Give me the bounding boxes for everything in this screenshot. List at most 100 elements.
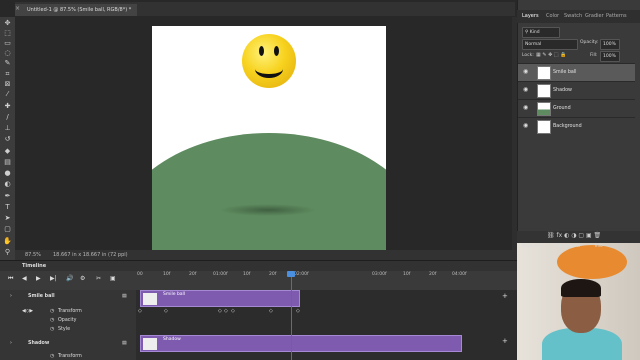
keyframe-diamond[interactable]: ◇ bbox=[269, 308, 273, 314]
pen-icon[interactable]: ✒ bbox=[3, 192, 12, 201]
chevron-down-icon[interactable]: › bbox=[10, 294, 12, 299]
keyframe-nav-icon[interactable]: ◀◇▶ bbox=[22, 309, 33, 314]
settings-gear-icon[interactable]: ⚙ bbox=[80, 275, 85, 282]
prop-transform: Transform bbox=[58, 354, 82, 359]
stopwatch-icon[interactable]: ◷ bbox=[50, 309, 54, 314]
keyframe-diamond[interactable]: ◇ bbox=[231, 308, 235, 314]
blur-icon[interactable]: ● bbox=[3, 169, 12, 178]
kind-filter-label: Kind bbox=[529, 30, 540, 35]
ball-left-eye bbox=[259, 46, 264, 56]
layer-thumbnail bbox=[537, 66, 551, 80]
tab-gradients[interactable]: Gradier bbox=[585, 10, 604, 23]
tab-properties[interactable]: Properties bbox=[522, 243, 542, 248]
layer-actions-icons[interactable]: ⛓ fx ◐ ◑ ▢ ▣ 🗑 bbox=[547, 232, 601, 239]
track-name-smile-ball[interactable]: Smile ball bbox=[28, 294, 55, 299]
healing-icon[interactable]: ✚ bbox=[3, 102, 12, 111]
chevron-down-icon[interactable]: › bbox=[10, 341, 12, 346]
visibility-eye-icon[interactable]: ◉ bbox=[523, 86, 528, 93]
prop-transform: Transform bbox=[58, 309, 82, 314]
visibility-eye-icon[interactable]: ◉ bbox=[523, 122, 528, 129]
previous-frame-icon[interactable]: ◀ bbox=[22, 275, 27, 282]
fill-input[interactable]: 100% bbox=[600, 51, 620, 62]
zoom-level[interactable]: 87.5% bbox=[25, 250, 41, 260]
crop-icon[interactable]: ⌗ bbox=[3, 70, 12, 79]
stopwatch-icon[interactable]: ◷ bbox=[50, 318, 54, 323]
prop-opacity: Opacity bbox=[58, 318, 77, 323]
transition-icon[interactable]: ▣ bbox=[110, 275, 116, 282]
keyframe-diamond[interactable]: ◇ bbox=[138, 308, 142, 314]
visibility-eye-icon[interactable]: ◉ bbox=[523, 68, 528, 75]
document-tab-title: Untitled-1 @ 87.5% (Smile ball, RGB/8*) … bbox=[27, 7, 132, 13]
eraser-icon[interactable]: ◆ bbox=[3, 147, 12, 156]
first-frame-icon[interactable]: ⏮ bbox=[8, 275, 13, 283]
move-icon[interactable]: ✥ bbox=[3, 19, 12, 28]
add-media-plus-icon[interactable]: + bbox=[502, 337, 508, 345]
artboard-icon[interactable]: ⬚ bbox=[3, 29, 12, 38]
brush-icon[interactable]: / bbox=[3, 113, 12, 122]
layer-row-background[interactable]: ◉ Background bbox=[518, 117, 635, 135]
ruler-tick: 00 bbox=[137, 272, 143, 277]
hand-icon[interactable]: ✋ bbox=[3, 237, 12, 246]
lock-icons[interactable]: ▦ ✎ ✥ ⬚ 🔒 bbox=[536, 52, 566, 58]
track-menu-icon[interactable]: ▤ bbox=[122, 341, 127, 346]
add-media-plus-icon[interactable]: + bbox=[502, 292, 508, 300]
tab-info[interactable]: Info bbox=[595, 243, 603, 248]
blend-mode-select[interactable]: Normal bbox=[522, 39, 578, 50]
track-name-shadow[interactable]: Shadow bbox=[28, 341, 49, 346]
opacity-input[interactable]: 100% bbox=[600, 39, 620, 50]
ruler-tick: 02:00f bbox=[294, 272, 309, 277]
gradient-icon[interactable]: ▤ bbox=[3, 158, 12, 167]
track-menu-icon[interactable]: ▤ bbox=[122, 294, 127, 299]
document-canvas[interactable] bbox=[152, 26, 386, 251]
layer-row-smile-ball[interactable]: ◉ Smile ball bbox=[518, 63, 635, 81]
layers-footer: ⛓ fx ◐ ◑ ▢ ▣ 🗑 bbox=[517, 231, 640, 243]
eyedropper-icon[interactable]: ⁄ bbox=[3, 90, 12, 99]
next-frame-icon[interactable]: ▶| bbox=[50, 275, 57, 282]
stamp-icon[interactable]: ⊥ bbox=[3, 124, 12, 133]
keyframe-diamond[interactable]: ◇ bbox=[218, 308, 222, 314]
visibility-eye-icon[interactable]: ◉ bbox=[523, 104, 528, 111]
tab-patterns[interactable]: Patterns bbox=[606, 10, 627, 23]
shape-icon[interactable]: ▢ bbox=[3, 225, 12, 234]
layer-name: Shadow bbox=[553, 88, 572, 93]
quick-select-icon[interactable]: ✎ bbox=[3, 59, 12, 68]
ball-mouth bbox=[255, 60, 283, 78]
zoom-icon[interactable]: ⚲ bbox=[3, 248, 12, 257]
tab-adjustments[interactable]: Adjustments bbox=[555, 243, 580, 248]
stopwatch-icon[interactable]: ◷ bbox=[50, 354, 54, 359]
stopwatch-icon[interactable]: ◷ bbox=[50, 327, 54, 332]
tab-swatches[interactable]: Swatch bbox=[564, 10, 582, 23]
fill-label: Fill: bbox=[590, 53, 598, 58]
keyframe-diamond[interactable]: ◇ bbox=[164, 308, 168, 314]
frame-icon[interactable]: ⊠ bbox=[3, 80, 12, 89]
layer-thumbnail bbox=[537, 102, 551, 116]
document-tab[interactable]: Untitled-1 @ 87.5% (Smile ball, RGB/8*) … bbox=[15, 4, 137, 16]
ruler-tick: 10f bbox=[243, 272, 251, 277]
layer-row-shadow[interactable]: ◉ Shadow bbox=[518, 81, 635, 99]
keyframe-diamond[interactable]: ◇ bbox=[296, 308, 300, 314]
ruler-tick: 03:00f bbox=[372, 272, 387, 277]
clip-shadow[interactable]: Shadow bbox=[140, 335, 462, 352]
marquee-icon[interactable]: ▭ bbox=[3, 39, 12, 48]
type-icon[interactable]: T bbox=[3, 203, 12, 212]
webcam-lamp bbox=[557, 245, 627, 279]
close-tab-icon[interactable]: × bbox=[15, 5, 20, 12]
tools-panel: ✥ ⬚ ▭ ◌ ✎ ⌗ ⊠ ⁄ ✚ / ⊥ ↺ ◆ ▤ ● ◐ ✒ T ➤ ▢ … bbox=[0, 17, 16, 285]
ground-hill bbox=[152, 133, 386, 251]
path-select-icon[interactable]: ➤ bbox=[3, 214, 12, 223]
play-icon[interactable]: ▶ bbox=[36, 275, 41, 282]
split-scissors-icon[interactable]: ✂ bbox=[96, 275, 101, 282]
clip-smile-ball[interactable]: Smile ball bbox=[140, 290, 300, 307]
clip-label: Smile ball bbox=[163, 292, 186, 297]
timeline-ruler[interactable]: 00 10f 20f 01:00f 10f 20f 02:00f 03:00f … bbox=[136, 271, 517, 290]
layer-row-ground[interactable]: ◉ Ground bbox=[518, 99, 635, 117]
dodge-icon[interactable]: ◐ bbox=[3, 180, 12, 189]
tab-color[interactable]: Color bbox=[546, 10, 559, 23]
keyframe-diamond[interactable]: ◇ bbox=[224, 308, 228, 314]
audio-icon[interactable]: 🔊 bbox=[66, 275, 73, 282]
playhead-handle[interactable] bbox=[287, 271, 295, 277]
kind-filter[interactable]: ⚲ Kind bbox=[522, 27, 560, 38]
lasso-icon[interactable]: ◌ bbox=[3, 49, 12, 58]
history-brush-icon[interactable]: ↺ bbox=[3, 135, 12, 144]
tab-layers[interactable]: Layers bbox=[522, 10, 539, 23]
